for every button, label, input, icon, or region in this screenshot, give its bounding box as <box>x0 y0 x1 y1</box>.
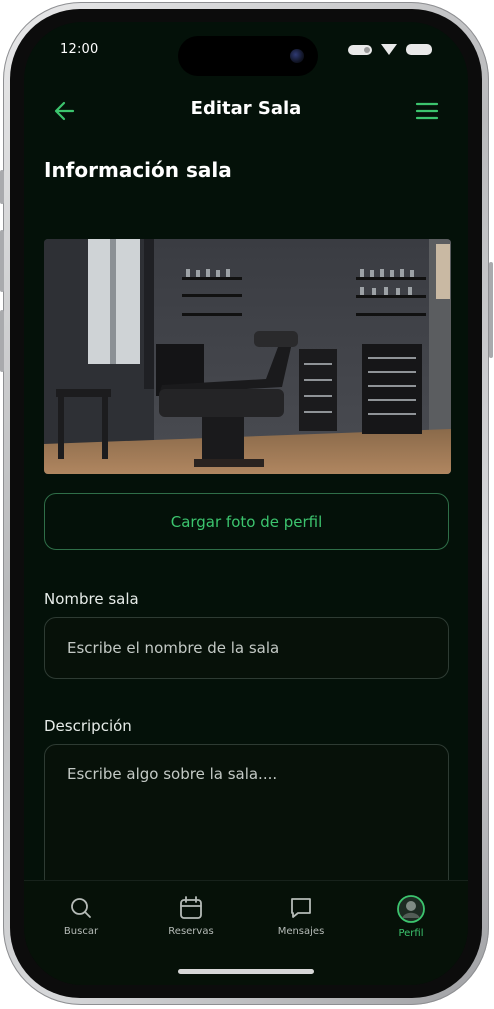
battery-icon <box>406 44 432 55</box>
home-indicator <box>178 969 314 974</box>
room-photo-illustration <box>44 239 451 474</box>
tab-label: Perfil <box>398 928 424 939</box>
avatar-icon <box>397 895 425 923</box>
page-title: Editar Sala <box>190 98 302 119</box>
side-button <box>0 230 4 292</box>
status-icons <box>348 44 432 55</box>
menu-button[interactable] <box>414 99 440 123</box>
status-time: 12:00 <box>60 42 99 57</box>
room-name-label: Nombre sala <box>44 590 139 608</box>
dynamic-island <box>178 36 318 76</box>
camera-icon <box>290 49 304 63</box>
side-button <box>489 262 493 358</box>
tab-buscar[interactable]: Buscar <box>36 895 126 937</box>
tab-mensajes[interactable]: Mensajes <box>256 895 346 937</box>
side-button <box>0 170 4 204</box>
cellular-icon <box>348 44 372 55</box>
tab-reservas[interactable]: Reservas <box>146 895 236 937</box>
room-photo <box>44 239 451 474</box>
app-header: Editar Sala <box>24 84 468 136</box>
wifi-icon <box>381 44 397 55</box>
description-label: Descripción <box>44 717 132 735</box>
section-title: Información sala <box>44 158 232 182</box>
calendar-icon <box>180 896 202 919</box>
search-icon <box>71 898 91 918</box>
tab-perfil[interactable]: Perfil <box>366 895 456 939</box>
hamburger-menu-icon <box>415 102 439 120</box>
upload-photo-button[interactable]: Cargar foto de perfil <box>44 493 449 550</box>
app-screen: 12:00 Editar Sala Información sala Carga… <box>24 22 468 985</box>
tab-label: Buscar <box>63 926 99 937</box>
room-name-input[interactable] <box>44 617 449 679</box>
tab-label: Mensajes <box>277 926 325 937</box>
tab-label: Reservas <box>168 926 214 937</box>
message-icon <box>291 898 311 918</box>
side-button <box>0 310 4 372</box>
